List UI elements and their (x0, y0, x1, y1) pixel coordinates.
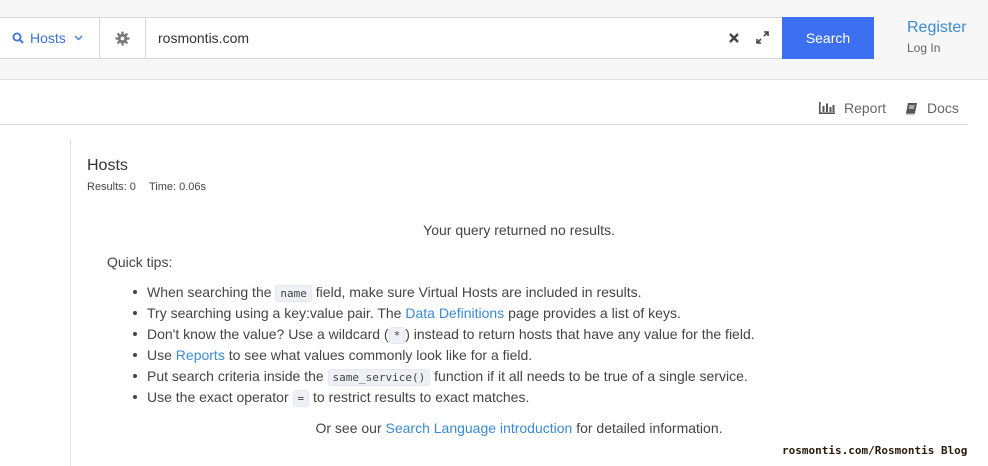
list-item: When searching the name field, make sure… (133, 284, 755, 305)
tip-text: Use the exact operator (147, 389, 293, 405)
list-item: Use Reports to see what values commonly … (133, 347, 755, 368)
tip-text: page provides a list of keys. (504, 305, 681, 321)
code-snippet: name (275, 285, 312, 302)
book-icon (905, 102, 917, 114)
toolbar: Report Docs (0, 80, 968, 125)
expand-icon[interactable] (755, 30, 770, 45)
watermark: rosmontis.com/Rosmontis Blog (782, 444, 968, 457)
search-button[interactable]: Search (782, 17, 874, 59)
list-item: Don't know the value? Use a wildcard (*)… (133, 326, 755, 347)
settings-button[interactable] (100, 18, 146, 58)
tip-text: Try searching using a key:value pair. Th… (147, 305, 406, 321)
code-snippet: = (292, 390, 310, 407)
register-link[interactable]: Register (907, 19, 967, 37)
chevron-down-icon (74, 35, 83, 41)
tip-text: When searching the (147, 284, 276, 300)
search-bar: Hosts rosmontis.com Search (0, 17, 874, 59)
code-snippet: * (388, 327, 406, 344)
close-icon[interactable] (727, 31, 741, 45)
search-language-footer: Or see our Search Language introduction … (70, 420, 968, 436)
tip-text: field, make sure Virtual Hosts are inclu… (311, 284, 642, 300)
results-time: Time: 0.06s (148, 181, 207, 193)
search-type-label: Hosts (30, 30, 66, 46)
tip-text: Use (147, 347, 176, 363)
search-language-link[interactable]: Search Language introduction (386, 420, 573, 436)
search-type-dropdown[interactable]: Hosts (0, 18, 100, 58)
no-results-message: Your query returned no results. (423, 222, 615, 238)
data-definitions-link[interactable]: Data Definitions (405, 305, 504, 321)
code-snippet: same_service() (327, 369, 431, 386)
docs-button[interactable]: Docs (905, 100, 959, 116)
list-item: Try searching using a key:value pair. Th… (133, 305, 755, 326)
results-count: Results: 0 (87, 181, 136, 193)
top-strip (0, 0, 988, 18)
login-link[interactable]: Log In (907, 41, 940, 55)
bar-chart-icon (819, 102, 835, 114)
results-meta: Results: 0 Time: 0.06s (87, 181, 206, 193)
quick-tips-heading: Quick tips: (107, 254, 173, 270)
tip-text: Put search criteria inside the (147, 368, 328, 384)
search-input[interactable]: rosmontis.com (158, 18, 249, 58)
footer-text: for detailed information. (572, 420, 723, 436)
content-divider (70, 139, 71, 466)
docs-label: Docs (927, 100, 959, 116)
search-icon (12, 32, 24, 44)
tip-text: Don't know the value? Use a wildcard ( (147, 326, 389, 342)
list-item: Use the exact operator = to restrict res… (133, 389, 755, 410)
list-item: Put search criteria inside the same_serv… (133, 368, 755, 389)
gear-icon (115, 30, 130, 46)
report-button[interactable]: Report (819, 100, 886, 116)
footer-text: Or see our (315, 420, 386, 436)
tip-text: function if it all needs to be true of a… (430, 368, 748, 384)
navbar: Hosts rosmontis.com Search Register Log … (0, 17, 988, 80)
report-label: Report (844, 100, 887, 116)
tip-text: ) instead to return hosts that have any … (405, 326, 755, 342)
results-title: Hosts (87, 157, 128, 174)
tips-list: When searching the name field, make sure… (133, 284, 755, 410)
reports-link[interactable]: Reports (176, 347, 225, 363)
tip-text: to see what values commonly look like fo… (224, 347, 533, 363)
tip-text: to restrict results to exact matches. (309, 389, 530, 405)
